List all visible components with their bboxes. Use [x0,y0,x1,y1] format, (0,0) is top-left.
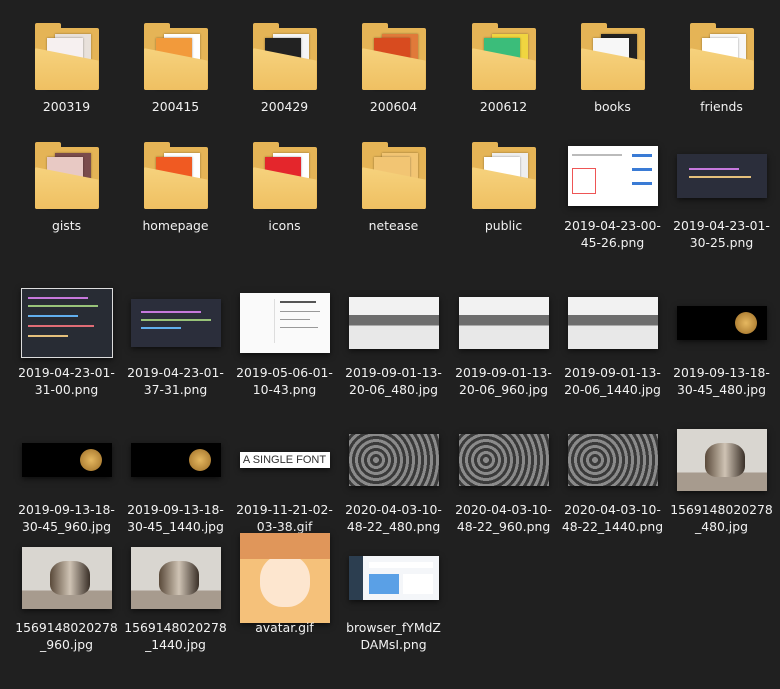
folder-icon [143,142,208,209]
folder-thumbnail [121,131,230,221]
item-label: 2019-09-01-13- 20-06_1440.jpg [564,365,661,397]
folder-icon [252,142,317,209]
item-label: 2019-11-21-02- 03-38.gif [236,502,333,534]
item-label: 2019-05-06-01- 10-43.png [236,365,333,397]
item-label: 200429 [260,99,309,114]
image-thumbnail [667,278,776,368]
folder-thumbnail [449,131,558,221]
item-label: friends [700,99,743,114]
folder-icon [143,23,208,90]
item-label: 1569148020278 _480.jpg [670,502,773,534]
folder-icon [361,23,426,90]
folder-icon [34,142,99,209]
image-thumbnail [339,415,448,505]
folder-thumbnail [449,12,558,102]
folder-thumbnail [230,12,339,102]
image-thumbnail [558,131,667,221]
item-label: 2019-09-13-18- 30-45_1440.jpg [127,502,224,534]
item-label: 2019-09-13-18- 30-45_960.jpg [18,502,115,534]
folder-thumbnail [667,12,776,102]
item-label: 2019-04-23-00- 45-26.png [564,218,661,250]
folder-thumbnail [121,12,230,102]
folder-thumbnail [339,131,448,221]
folder-thumbnail [558,12,667,102]
item-label: 2020-04-03-10- 48-22_960.png [455,502,552,534]
folder-icon [689,23,754,90]
item-label: 1569148020278 _1440.jpg [124,620,227,652]
folder-icon [252,23,317,90]
item-label: 200612 [479,99,528,114]
image-thumbnail [558,278,667,368]
image-thumbnail [558,415,667,505]
image-thumbnail [230,533,339,623]
image-thumbnail: A SINGLE FONT [230,415,339,505]
folder-icon [471,142,536,209]
image-thumbnail [12,278,121,368]
image-thumbnail [339,278,448,368]
folder-icon [471,23,536,90]
image-thumbnail [121,278,230,368]
item-label: 200319 [42,99,91,114]
item-label: 200415 [151,99,200,114]
item-label: 200604 [369,99,418,114]
folder-thumbnail [12,131,121,221]
folder-thumbnail [12,12,121,102]
item-label: 2019-04-23-01- 37-31.png [127,365,224,397]
font-preview: A SINGLE FONT [239,452,330,468]
folder-icon [34,23,99,90]
item-label: netease [368,218,419,233]
item-label: browser_fYMdZ DAMsI.png [346,620,441,652]
image-thumbnail [667,131,776,221]
image-thumbnail [449,415,558,505]
image-thumbnail [121,415,230,505]
item-label: 1569148020278 _960.jpg [15,620,118,652]
image-thumbnail [121,533,230,623]
image-thumbnail [339,533,448,623]
image-thumbnail [12,533,121,623]
item-label: 2020-04-03-10- 48-22_1440.png [561,502,664,534]
item-label: gists [51,218,82,233]
item-label: avatar.gif [255,620,314,635]
image-thumbnail [449,278,558,368]
item-label: books [594,99,631,114]
item-label: 2019-04-23-01- 31-00.png [18,365,115,397]
item-label: homepage [142,218,209,233]
image-thumbnail [667,415,776,505]
folder-thumbnail [230,131,339,221]
folder-thumbnail [339,12,448,102]
item-label: 2019-04-23-01- 30-25.png [673,218,770,250]
file-grid: 200319 200415 200429 200604 200612 books… [0,0,780,689]
item-label: public [484,218,523,233]
item-label: icons [268,218,301,233]
folder-icon [361,142,426,209]
item-label: 2019-09-01-13- 20-06_960.jpg [455,365,552,397]
folder-icon [580,23,645,90]
item-label: 2020-04-03-10- 48-22_480.png [345,502,442,534]
item-label: 2019-09-13-18- 30-45_480.jpg [673,365,770,397]
image-thumbnail [12,415,121,505]
item-label: 2019-09-01-13- 20-06_480.jpg [345,365,442,397]
image-thumbnail [230,278,339,368]
